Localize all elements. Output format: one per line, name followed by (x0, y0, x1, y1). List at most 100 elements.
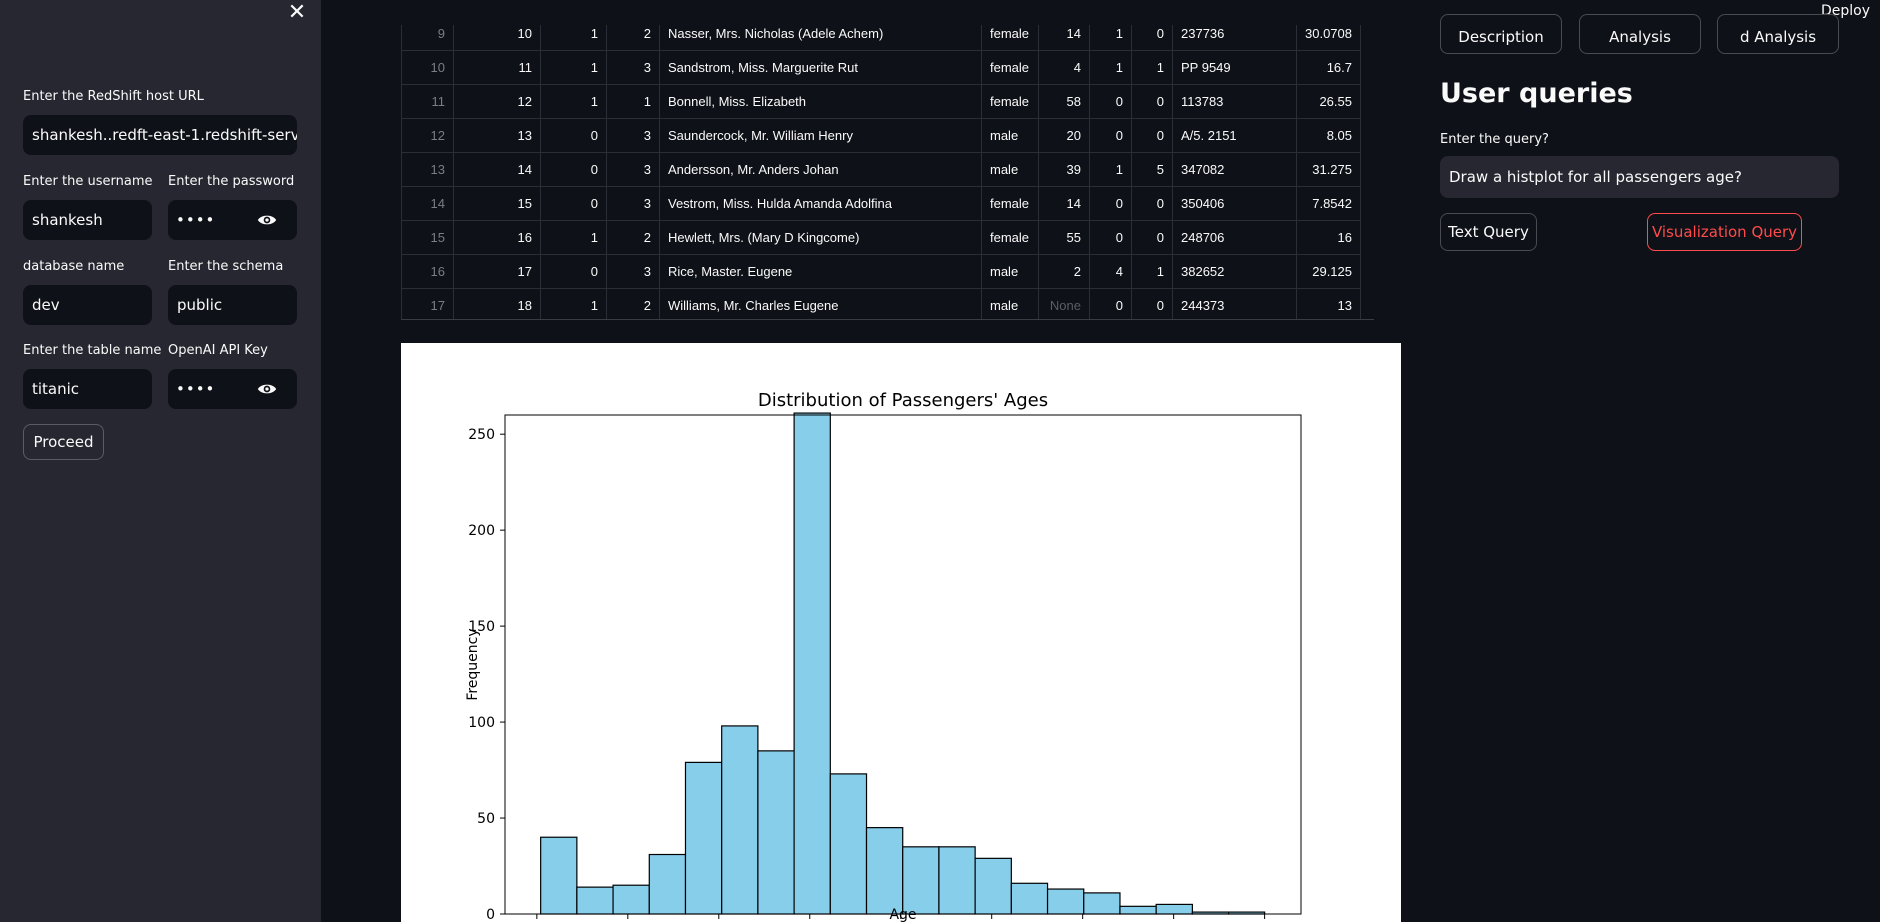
table-cell[interactable]: 13 (453, 118, 541, 153)
table-cell[interactable]: 0 (1131, 288, 1173, 319)
api-key-input[interactable]: •••• (168, 369, 297, 409)
table-cell[interactable]: 16 (1296, 220, 1361, 255)
row-index[interactable]: 12 (401, 118, 454, 153)
table-cell[interactable]: 30.0708 (1296, 25, 1361, 51)
table-cell[interactable]: 2 (606, 25, 660, 51)
table-cell[interactable]: 0 (1131, 118, 1173, 153)
table-cell[interactable]: 0 (540, 254, 607, 289)
table-cell[interactable]: 0 (540, 152, 607, 187)
table-cell[interactable]: 3 (606, 152, 660, 187)
table-cell[interactable]: 382652 (1172, 254, 1297, 289)
row-index[interactable]: 11 (401, 84, 454, 119)
table-cell[interactable]: 0 (1131, 186, 1173, 221)
text-query-button[interactable]: Text Query (1440, 213, 1537, 251)
table-cell[interactable]: 4 (1089, 254, 1132, 289)
table-cell[interactable]: 0 (1131, 84, 1173, 119)
table-cell[interactable]: 248706 (1172, 220, 1297, 255)
table-cell[interactable]: 350406 (1172, 186, 1297, 221)
table-cell[interactable]: 1 (1089, 25, 1132, 51)
table-cell[interactable]: male (981, 254, 1039, 289)
table-cell[interactable]: 14 (1038, 25, 1090, 51)
table-cell[interactable]: 237736 (1172, 25, 1297, 51)
table-cell[interactable]: female (981, 84, 1039, 119)
table-cell[interactable]: 2 (1038, 254, 1090, 289)
table-cell[interactable]: 0 (540, 118, 607, 153)
table-cell[interactable]: 29.125 (1296, 254, 1361, 289)
table-cell[interactable]: 2 (606, 220, 660, 255)
row-index[interactable]: 16 (401, 254, 454, 289)
table-cell[interactable]: 1 (540, 84, 607, 119)
advanced-analysis-button[interactable]: d Analysis (1717, 14, 1839, 54)
table-cell[interactable]: 3 (606, 254, 660, 289)
table-cell[interactable]: female (981, 220, 1039, 255)
host-input[interactable]: shankesh..redft-east-1.redshift-serverle… (23, 115, 297, 155)
table-name-input[interactable]: titanic (23, 369, 152, 409)
dataframe[interactable]: 9 10 1 2 Nasser, Mrs. Nicholas (Adele Achem)… (401, 25, 1374, 320)
schema-input[interactable]: public (168, 285, 297, 325)
table-cell[interactable]: 8.05 (1296, 118, 1361, 153)
table-cell[interactable]: 7.8542 (1296, 186, 1361, 221)
table-cell[interactable]: male (981, 152, 1039, 187)
table-cell[interactable]: 0 (1131, 25, 1173, 51)
table-cell[interactable]: male (981, 288, 1039, 319)
analysis-button[interactable]: Analysis (1579, 14, 1701, 54)
table-cell[interactable]: 17 (453, 254, 541, 289)
visualization-query-button[interactable]: Visualization Query (1647, 213, 1802, 251)
table-cell[interactable]: 12 (453, 84, 541, 119)
table-cell[interactable]: 0 (1089, 186, 1132, 221)
row-index[interactable]: 10 (401, 50, 454, 85)
proceed-button[interactable]: Proceed (23, 424, 104, 460)
query-input[interactable]: Draw a histplot for all passengers age? (1440, 156, 1839, 198)
table-cell[interactable]: 0 (1131, 220, 1173, 255)
table-cell[interactable]: Hewlett, Mrs. (Mary D Kingcome) (659, 220, 982, 255)
table-cell[interactable]: Nasser, Mrs. Nicholas (Adele Achem) (659, 25, 982, 51)
table-cell[interactable]: 0 (1089, 220, 1132, 255)
table-cell[interactable]: 58 (1038, 84, 1090, 119)
table-cell[interactable]: 3 (606, 50, 660, 85)
username-input[interactable]: shankesh (23, 200, 152, 240)
table-cell[interactable]: 14 (453, 152, 541, 187)
table-cell[interactable]: 1 (1131, 50, 1173, 85)
table-cell[interactable]: 0 (1089, 84, 1132, 119)
table-cell[interactable]: 10 (453, 25, 541, 51)
table-cell[interactable]: A/5. 2151 (1172, 118, 1297, 153)
table-cell[interactable]: 1 (540, 25, 607, 51)
row-index[interactable]: 15 (401, 220, 454, 255)
table-cell[interactable]: 4 (1038, 50, 1090, 85)
table-cell[interactable]: 1 (1131, 254, 1173, 289)
database-input[interactable]: dev (23, 285, 152, 325)
table-cell[interactable]: PP 9549 (1172, 50, 1297, 85)
table-cell[interactable]: Andersson, Mr. Anders Johan (659, 152, 982, 187)
table-cell[interactable]: female (981, 50, 1039, 85)
table-cell[interactable]: 113783 (1172, 84, 1297, 119)
table-cell[interactable]: Vestrom, Miss. Hulda Amanda Adolfina (659, 186, 982, 221)
table-cell[interactable]: 11 (453, 50, 541, 85)
table-cell[interactable]: Sandstrom, Miss. Marguerite Rut (659, 50, 982, 85)
table-cell[interactable]: 39 (1038, 152, 1090, 187)
table-cell[interactable]: 13 (1296, 288, 1361, 319)
table-cell[interactable]: 1 (606, 84, 660, 119)
table-cell[interactable]: 15 (453, 186, 541, 221)
table-cell[interactable]: 5 (1131, 152, 1173, 187)
table-cell[interactable]: 16.7 (1296, 50, 1361, 85)
table-cell[interactable]: 0 (1089, 118, 1132, 153)
row-index[interactable]: 13 (401, 152, 454, 187)
table-cell[interactable]: 1 (540, 288, 607, 319)
table-cell[interactable]: 31.275 (1296, 152, 1361, 187)
eye-icon[interactable] (257, 381, 277, 397)
table-cell[interactable]: 3 (606, 118, 660, 153)
close-icon[interactable]: ✕ (286, 2, 308, 24)
table-cell[interactable]: 1 (540, 220, 607, 255)
table-cell[interactable]: 20 (1038, 118, 1090, 153)
row-index[interactable]: 14 (401, 186, 454, 221)
table-cell[interactable]: Rice, Master. Eugene (659, 254, 982, 289)
table-cell[interactable]: Saundercock, Mr. William Henry (659, 118, 982, 153)
table-cell[interactable]: 1 (1089, 152, 1132, 187)
table-cell[interactable]: 16 (453, 220, 541, 255)
table-cell[interactable]: 1 (1089, 50, 1132, 85)
table-cell[interactable]: None (1038, 288, 1090, 319)
table-cell[interactable]: 26.55 (1296, 84, 1361, 119)
table-cell[interactable]: Williams, Mr. Charles Eugene (659, 288, 982, 319)
table-cell[interactable]: Bonnell, Miss. Elizabeth (659, 84, 982, 119)
row-index[interactable]: 9 (401, 25, 454, 51)
